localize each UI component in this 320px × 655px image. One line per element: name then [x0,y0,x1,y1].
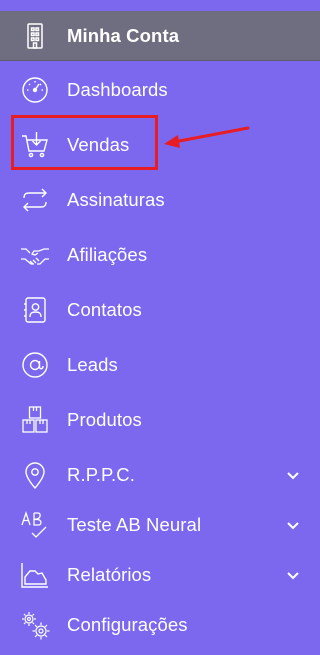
sidebar-item-label: Relatórios [67,564,152,585]
sidebar-item-configuracoes[interactable]: Configurações [0,600,320,650]
sidebar-item-label: Vendas [67,134,130,155]
sidebar-nav: Minha Conta Dashboards Vendas Assinatura… [0,0,320,655]
sidebar-item-label: Assinaturas [67,189,165,210]
sidebar-item-label: Afiliações [67,244,148,265]
sidebar-item-minha-conta[interactable]: Minha Conta [0,11,320,61]
sidebar-item-label: Teste AB Neural [67,514,202,535]
chevron-down-icon[interactable] [286,568,300,582]
building-icon [18,19,52,53]
repeat-icon [18,183,52,217]
sidebar-item-label: Contatos [67,299,142,320]
cart-download-icon [18,128,52,162]
sidebar-item-leads[interactable]: Leads [0,340,320,390]
sidebar-item-label: R.P.P.C. [67,464,135,485]
sidebar-item-afiliacoes[interactable]: Afiliações [0,230,320,280]
sidebar-item-rppc[interactable]: R.P.P.C. [0,450,320,500]
sidebar-item-dashboards[interactable]: Dashboards [0,65,320,115]
ab-test-icon [18,508,52,542]
sidebar-item-label: Dashboards [67,79,168,100]
sidebar-item-teste-ab-neural[interactable]: Teste AB Neural [0,500,320,550]
sidebar-item-label: Configurações [67,614,188,635]
chevron-down-icon[interactable] [286,468,300,482]
at-sign-icon [18,348,52,382]
sidebar-item-produtos[interactable]: Produtos [0,395,320,445]
boxes-icon [18,403,52,437]
sidebar-item-relatorios[interactable]: Relatórios [0,550,320,600]
sidebar-item-label: Leads [67,354,118,375]
sidebar-item-vendas[interactable]: Vendas [0,120,320,170]
sidebar-item-assinaturas[interactable]: Assinaturas [0,175,320,225]
chevron-down-icon[interactable] [286,518,300,532]
sidebar-item-label: Produtos [67,409,142,430]
area-chart-icon [18,558,52,592]
gauge-icon [18,73,52,107]
map-pin-icon [18,458,52,492]
contact-card-icon [18,293,52,327]
sidebar-item-contatos[interactable]: Contatos [0,285,320,335]
sidebar-item-label: Minha Conta [67,24,180,46]
gears-icon [18,608,52,642]
handshake-icon [18,238,52,272]
